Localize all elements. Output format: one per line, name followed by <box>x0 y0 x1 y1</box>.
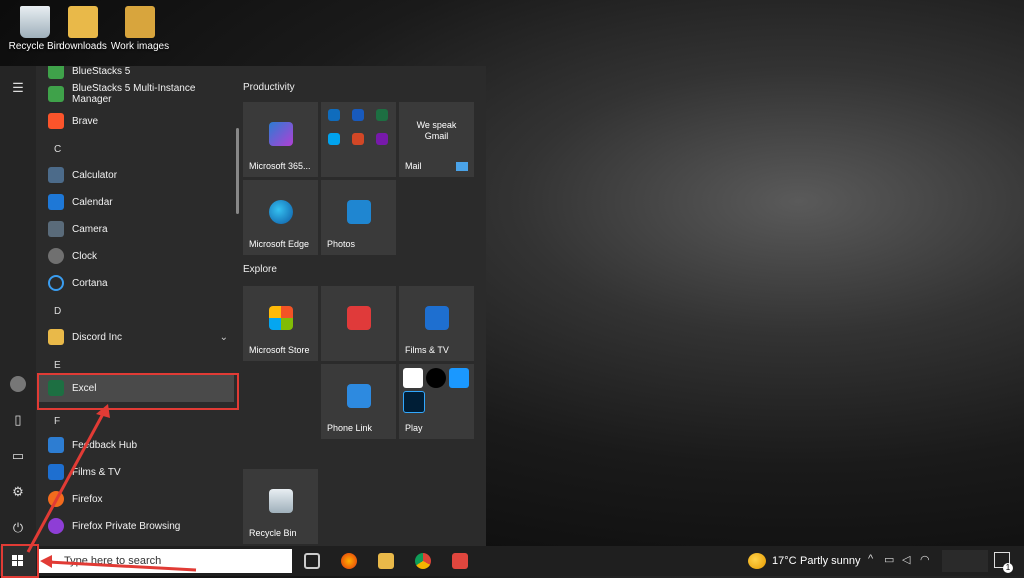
arrowhead-start <box>40 555 52 568</box>
arrowhead-excel <box>96 404 110 418</box>
arrow-to-start <box>47 560 197 572</box>
annotation-arrows <box>26 404 197 572</box>
arrow-to-excel <box>26 411 106 553</box>
